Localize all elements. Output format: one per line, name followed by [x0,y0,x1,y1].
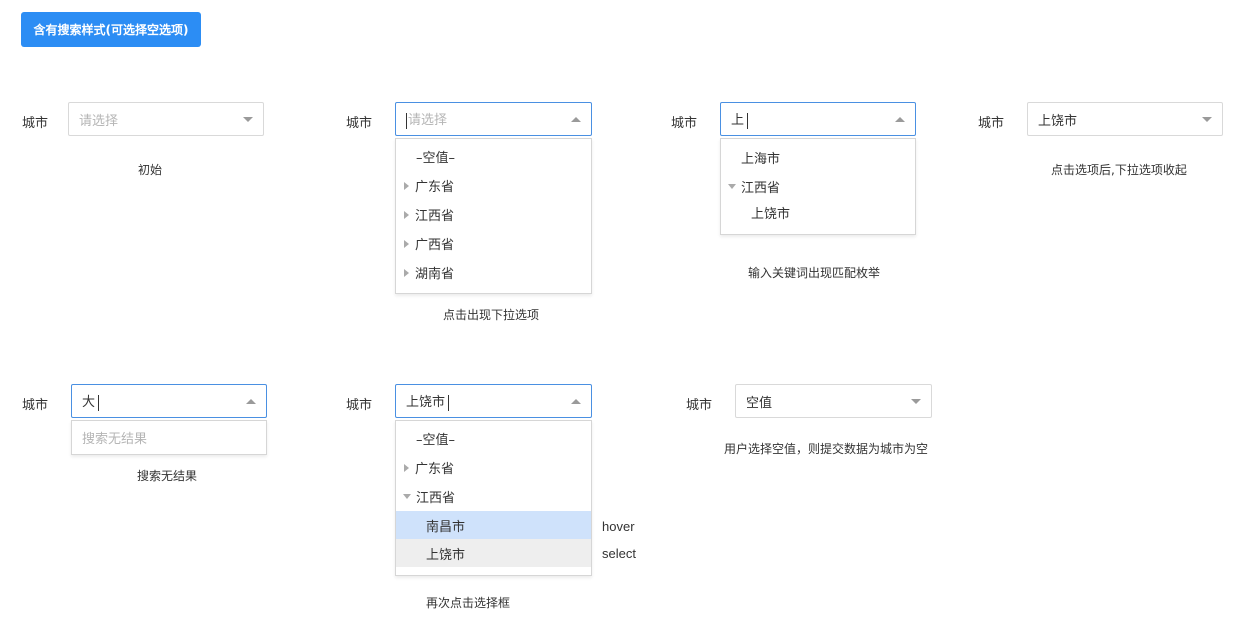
city-select-noresult[interactable]: 大 [71,384,267,418]
option-guangxi[interactable]: 广西省 [396,229,591,258]
dropdown-menu: –空值– 广东省 江西省 广西省 湖南省 [395,138,592,294]
city-select-initial[interactable]: 请选择 [68,102,264,136]
select-input[interactable]: 上 [731,109,895,129]
option-label: 南昌市 [426,519,466,535]
option-label: 江西省 [415,209,455,224]
search-text: 大 [82,395,96,411]
caret-right-icon [404,181,409,190]
chevron-down-icon [911,398,921,404]
option-shanghai[interactable]: 上海市 [721,142,915,172]
option-empty[interactable]: –空值– [396,424,591,453]
option-shangrao[interactable]: 上饶市 [396,539,591,567]
city-select-search[interactable]: 上 [720,102,916,136]
caret-down-icon [728,183,736,189]
option-jiangxi[interactable]: 江西省 [396,482,591,511]
caption-open: 点击出现下拉选项 [443,308,540,322]
caption-search: 输入关键词出现匹配枚举 [748,266,881,280]
empty-result-label: 搜索无结果 [82,432,148,447]
option-label: –空值– [416,433,456,448]
option-guangdong[interactable]: 广东省 [396,453,591,482]
select-input[interactable]: 请选择 [406,109,571,129]
option-label: 广东省 [415,180,455,195]
select-placeholder: 请选择 [79,113,119,129]
dropdown-menu: 上海市 江西省 上饶市 [720,138,916,235]
chevron-down-icon [243,116,253,122]
option-label: 江西省 [741,180,781,196]
city-label: 城市 [346,398,373,413]
option-label: 广东省 [415,462,455,477]
title-button[interactable]: 含有搜索样式(可选择空选项) [21,12,201,47]
option-jiangxi[interactable]: 江西省 [721,172,915,200]
select-input[interactable]: 大 [82,391,246,411]
chevron-up-icon [246,398,256,404]
caret-right-icon [404,463,409,472]
city-select-empty[interactable]: 空值 [735,384,932,418]
option-jiangxi[interactable]: 江西省 [396,200,591,229]
option-label: 上饶市 [751,206,791,222]
search-text: 上 [731,113,745,129]
city-select-reopen[interactable]: 上饶市 [395,384,592,418]
option-label: 江西省 [416,491,456,506]
text-cursor [448,394,450,411]
option-label: 湖南省 [415,267,455,282]
select-placeholder: 请选择 [408,113,448,129]
city-label: 城市 [686,398,713,413]
chevron-up-icon [895,116,905,122]
option-nanchang[interactable]: 南昌市 [396,511,591,539]
dropdown-menu: –空值– 广东省 江西省 南昌市 上饶市 [395,420,592,576]
option-guangdong[interactable]: 广东省 [396,171,591,200]
caption-reopen: 再次点击选择框 [426,596,511,610]
search-text: 上饶市 [406,395,446,411]
chevron-up-icon [571,398,581,404]
chevron-down-icon [1202,116,1212,122]
option-empty[interactable]: –空值– [396,142,591,171]
select-value: 空值 [746,395,773,411]
select-input[interactable]: 上饶市 [406,391,571,411]
caret-down-icon [403,494,411,499]
city-label: 城市 [978,116,1005,131]
text-cursor [98,394,100,411]
select-annotation: select [602,546,636,561]
option-label: 上海市 [741,151,781,167]
option-label: –空值– [416,151,456,166]
option-hunan[interactable]: 湖南省 [396,258,591,287]
caret-right-icon [404,210,409,219]
empty-result-text: 搜索无结果 [72,421,266,454]
dropdown-menu: 搜索无结果 [71,420,267,455]
city-label: 城市 [22,398,49,413]
city-label: 城市 [22,116,49,131]
chevron-up-icon [571,116,581,122]
caption-collapsed: 点击选项后,下拉选项收起 [1051,163,1187,177]
text-cursor [406,112,407,129]
option-shangrao[interactable]: 上饶市 [721,200,915,224]
caption-initial: 初始 [138,163,163,177]
city-label: 城市 [671,116,698,131]
caret-right-icon [404,268,409,277]
city-select-selected[interactable]: 上饶市 [1027,102,1223,136]
caption-empty: 用户选择空值，则提交数据为城市为空 [724,442,929,456]
city-label: 城市 [346,116,373,131]
city-select-open[interactable]: 请选择 [395,102,592,136]
caret-right-icon [404,239,409,248]
caption-noresult: 搜索无结果 [137,469,198,483]
option-label: 上饶市 [426,547,466,563]
option-label: 广西省 [415,238,455,253]
hover-annotation: hover [602,519,635,534]
text-cursor [747,112,749,129]
select-value: 上饶市 [1038,113,1078,129]
